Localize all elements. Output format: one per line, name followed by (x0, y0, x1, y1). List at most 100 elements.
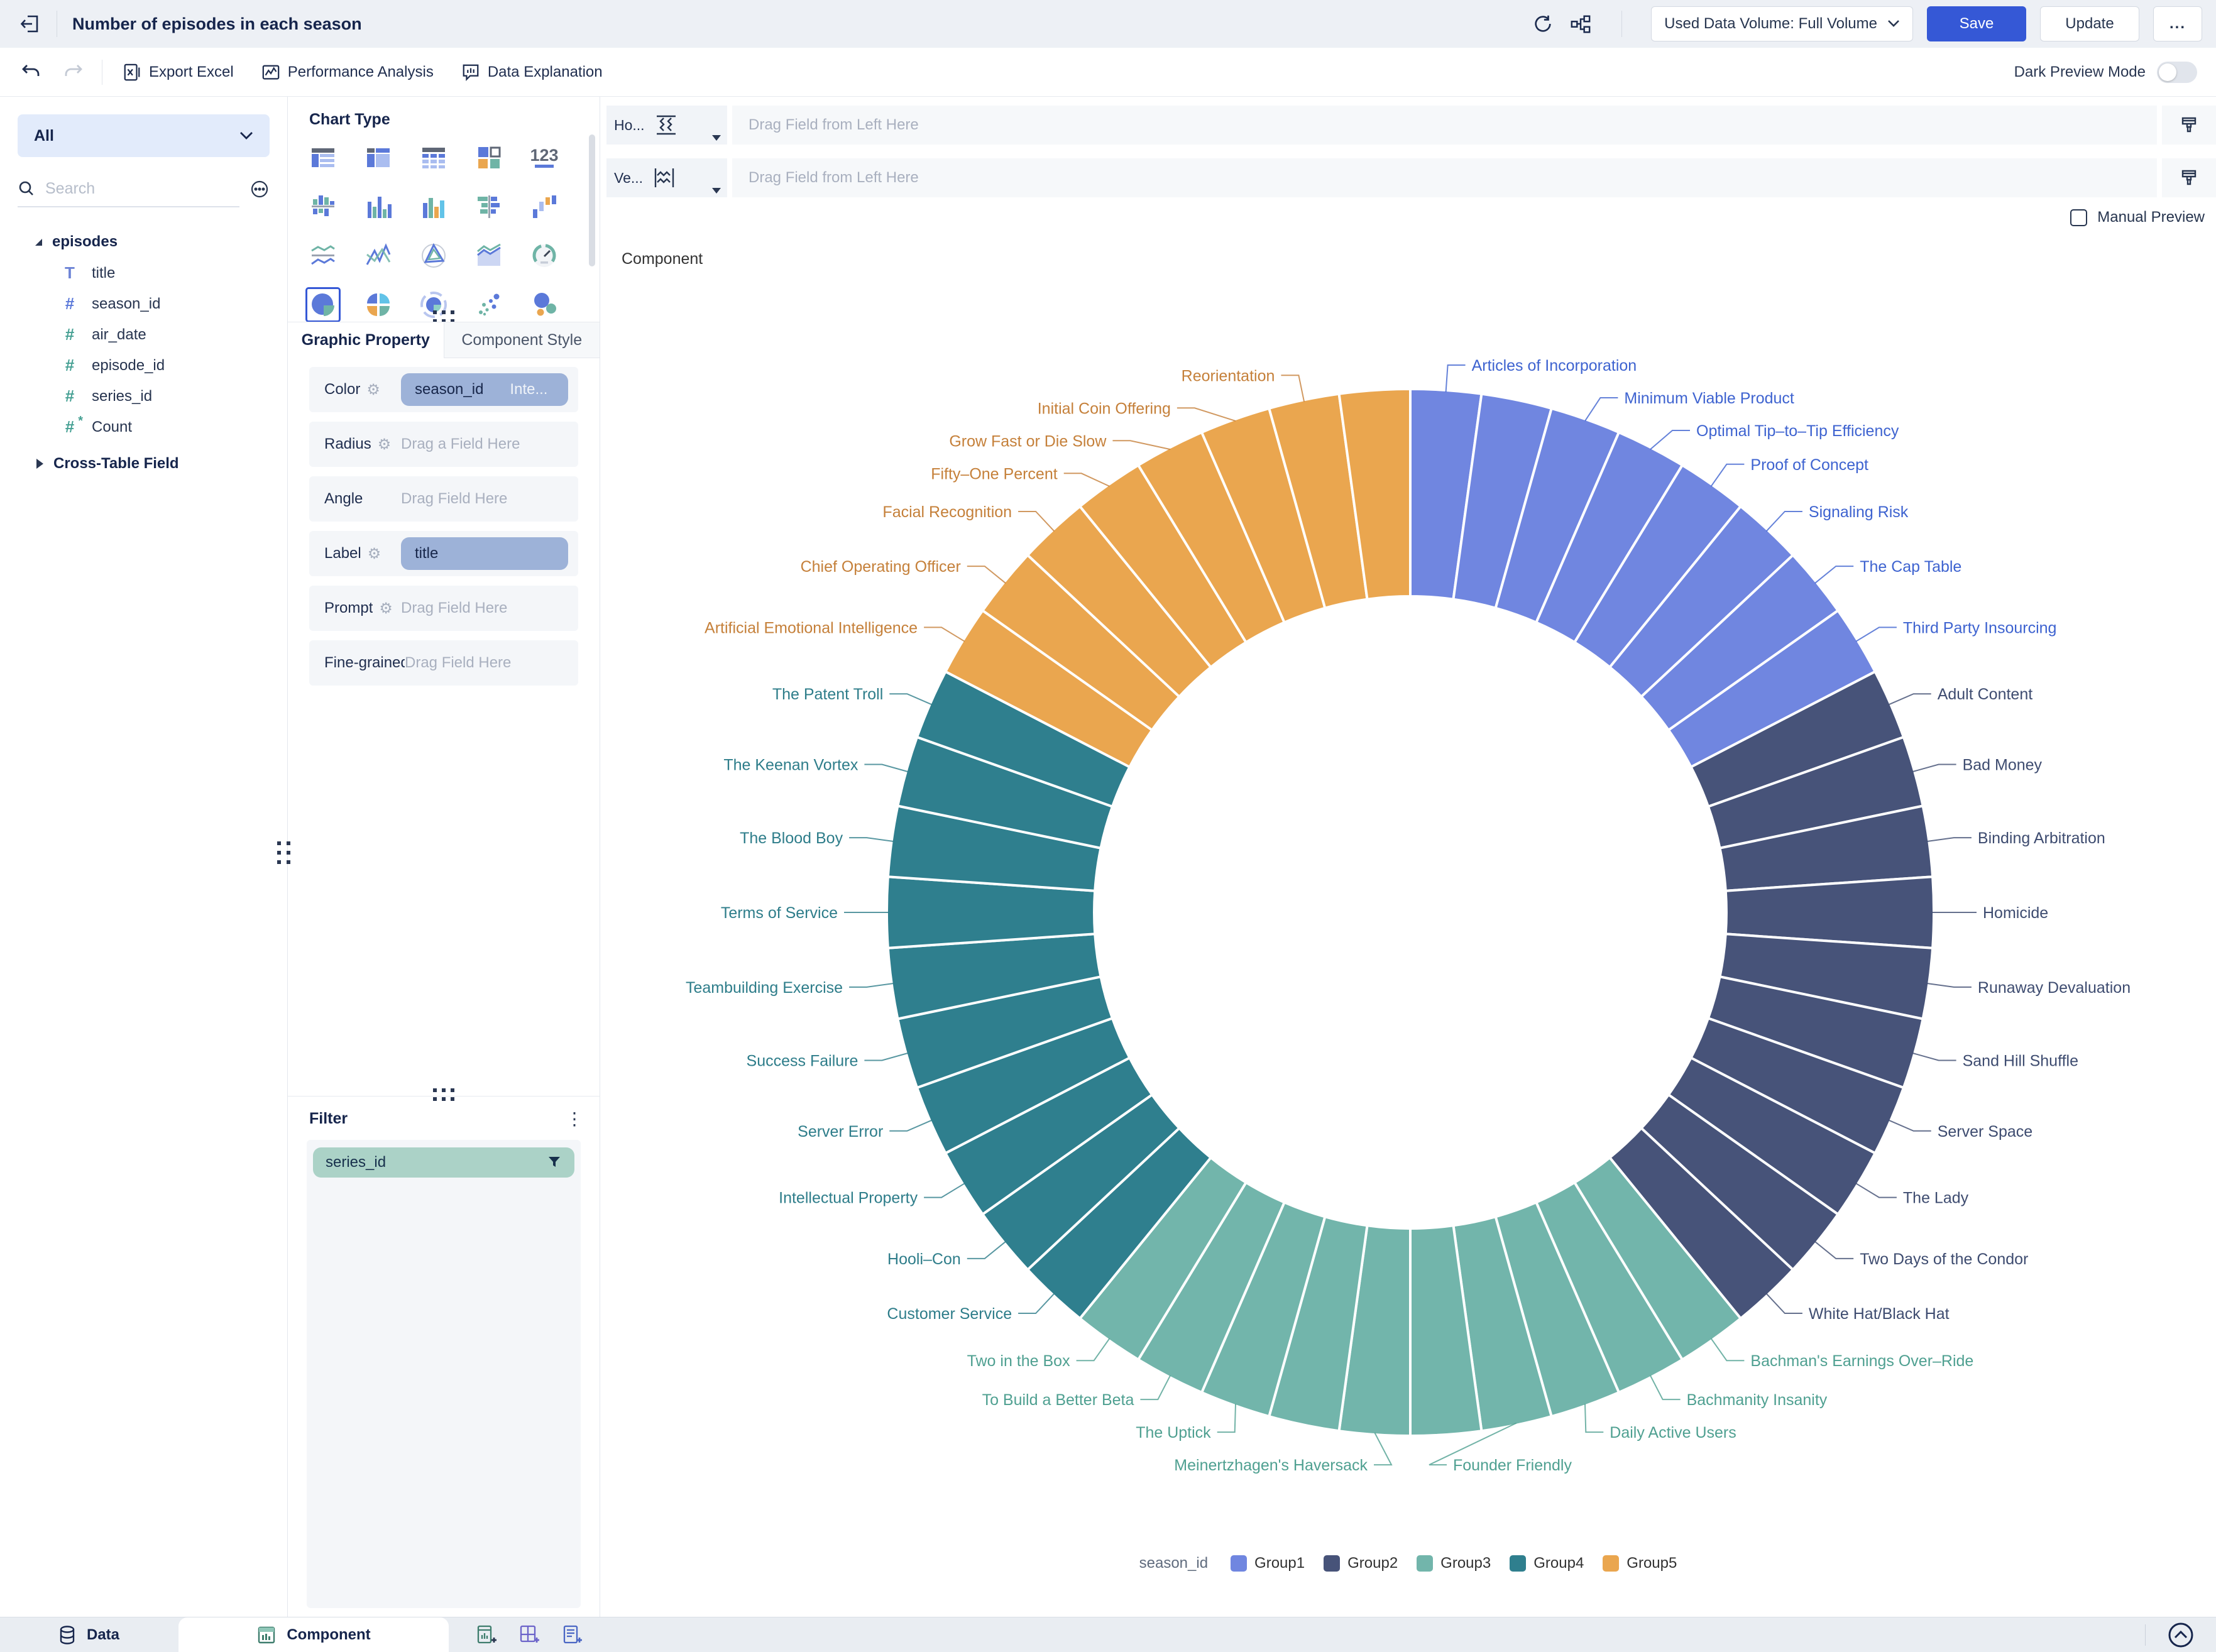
field-item-label: episode_id (92, 357, 165, 375)
table-scope-select[interactable]: All (18, 114, 270, 157)
slice-label: White Hat/Black Hat (1809, 1305, 1950, 1323)
gear-icon[interactable]: ⚙ (378, 435, 392, 454)
section-resize-handle-bottom[interactable] (433, 1088, 454, 1101)
chart-type-waterfall-icon[interactable] (527, 189, 562, 224)
slice-label: Proof of Concept (1750, 456, 1868, 474)
aggregate-field-icon: #* (60, 418, 79, 437)
property-dropzone[interactable]: Drag Field Here (401, 599, 507, 617)
tab-component-style[interactable]: Component Style (444, 322, 600, 358)
chart-type-area-icon[interactable] (471, 238, 507, 273)
chart-type-bar-plusminus-icon[interactable] (305, 189, 341, 224)
performance-analysis-button[interactable]: Performance Analysis (261, 63, 434, 82)
chart-type-scrollbar[interactable] (589, 134, 595, 266)
toolbar: Export Excel Performance Analysis Data E… (0, 48, 2216, 97)
chart-type-table-detail-icon[interactable] (416, 140, 451, 175)
filter-menu-icon[interactable]: ⋮ (566, 1113, 583, 1125)
cross-table-field-node[interactable]: Cross-Table Field (0, 447, 287, 480)
property-dropzone[interactable]: Drag a Field Here (401, 435, 520, 453)
refresh-icon[interactable] (1531, 12, 1555, 36)
chart-type-pie-icon[interactable] (305, 287, 341, 322)
slice-label: The Patent Troll (772, 686, 883, 703)
filter-dropzone[interactable]: series_id (307, 1140, 581, 1608)
chart-type-bar-horizontal-icon[interactable] (471, 189, 507, 224)
number-field-icon: # (60, 325, 79, 344)
tab-data[interactable]: Data (58, 1625, 119, 1645)
field-item-title[interactable]: Ttitle (0, 258, 287, 288)
property-dropzone[interactable]: Drag Field Here (401, 490, 507, 508)
chart-type-radar-icon[interactable] (416, 238, 451, 273)
add-dashboard-icon[interactable] (518, 1624, 540, 1646)
chart-type-bar-grouped-icon[interactable] (361, 189, 396, 224)
chart-type-line-icon[interactable] (305, 238, 341, 273)
gear-icon[interactable]: ⚙ (366, 381, 380, 399)
section-resize-handle-top[interactable] (433, 310, 454, 323)
slice-label: Intellectual Property (779, 1190, 918, 1207)
chart-type-line-sharp-icon[interactable] (361, 238, 396, 273)
update-button[interactable]: Update (2040, 6, 2139, 41)
slice-label: Fifty–One Percent (931, 465, 1058, 483)
text-field-icon: T (60, 264, 79, 283)
legend-item-group1[interactable]: Group1 (1231, 1555, 1305, 1572)
legend-item-group3[interactable]: Group3 (1417, 1555, 1491, 1572)
chart-type-pie-quadrant-icon[interactable] (361, 287, 396, 322)
property-label: Color (324, 381, 360, 398)
search-options-icon[interactable] (250, 179, 270, 199)
dark-preview-toggle[interactable] (2157, 62, 2197, 83)
export-excel-button[interactable]: Export Excel (123, 63, 234, 82)
data-volume-select[interactable]: Used Data Volume: Full Volume (1651, 6, 1913, 41)
field-item-Count[interactable]: #*Count (0, 412, 287, 442)
panel-resize-handle[interactable] (277, 841, 290, 864)
table-scope-value: All (34, 127, 54, 145)
exit-icon[interactable] (19, 13, 41, 35)
legend-label: Group5 (1626, 1555, 1677, 1572)
field-item-air_date[interactable]: #air_date (0, 319, 287, 350)
add-report-icon[interactable] (561, 1624, 583, 1646)
chart-type-kpi-number-icon[interactable]: 123 (527, 140, 562, 175)
data-explanation-button[interactable]: Data Explanation (461, 63, 603, 82)
field-item-label: title (92, 265, 115, 282)
dark-preview-label: Dark Preview Mode (2014, 63, 2146, 81)
table-node-episodes[interactable]: episodes (0, 226, 287, 258)
chart-type-gauge-icon[interactable] (527, 238, 562, 273)
schema-flow-icon[interactable] (1569, 12, 1593, 36)
field-item-season_id[interactable]: #season_id (0, 288, 287, 319)
property-field-pill[interactable]: season_idInte... (401, 373, 568, 406)
slice-label: Server Space (1938, 1123, 2032, 1141)
chart-type-bar-column-icon[interactable] (416, 189, 451, 224)
chart-type-scatter-icon[interactable] (471, 287, 507, 322)
slice-label: Bad Money (1963, 757, 2043, 774)
label-leader-line (1374, 1433, 1391, 1465)
tab-component[interactable]: Component (178, 1617, 449, 1652)
fields-panel: All Search episodes Ttit (0, 97, 288, 1617)
save-button[interactable]: Save (1927, 6, 2026, 41)
slice-label: Optimal Tip–to–Tip Efficiency (1696, 422, 1899, 440)
field-item-series_id[interactable]: #series_id (0, 381, 287, 412)
field-item-episode_id[interactable]: #episode_id (0, 350, 287, 381)
property-field-pill[interactable]: title (401, 537, 568, 570)
property-dropzone[interactable]: Drag Field Here (405, 654, 511, 672)
property-row-angle: AngleDrag Field Here (309, 476, 578, 522)
redo-icon[interactable] (62, 60, 85, 84)
undo-icon[interactable] (19, 60, 43, 84)
add-component-icon[interactable] (475, 1624, 498, 1646)
collapse-panel-icon[interactable] (2164, 1619, 2197, 1651)
legend-item-group2[interactable]: Group2 (1324, 1555, 1398, 1572)
slice-label: Runaway Devaluation (1978, 979, 2131, 997)
search-input[interactable]: Search (45, 180, 95, 198)
tab-graphic-property[interactable]: Graphic Property (288, 322, 444, 358)
label-leader-line (889, 694, 931, 704)
chart-type-title: Chart Type (288, 97, 600, 129)
chart-type-kpi-card-icon[interactable] (471, 140, 507, 175)
gear-icon[interactable]: ⚙ (368, 545, 381, 563)
chart-type-table-cross-icon[interactable] (361, 140, 396, 175)
more-button[interactable]: ... (2153, 6, 2202, 41)
property-label: Label (324, 545, 361, 562)
legend-item-group4[interactable]: Group4 (1510, 1555, 1584, 1572)
filter-field-pill[interactable]: series_id (313, 1147, 574, 1178)
legend-item-group5[interactable]: Group5 (1603, 1555, 1677, 1572)
gear-icon[interactable]: ⚙ (379, 599, 393, 618)
label-leader-line (864, 1053, 908, 1061)
slice-label: Grow Fast or Die Slow (949, 432, 1107, 450)
chart-type-bubble-icon[interactable] (527, 287, 562, 322)
chart-type-table-grouped-icon[interactable] (305, 140, 341, 175)
